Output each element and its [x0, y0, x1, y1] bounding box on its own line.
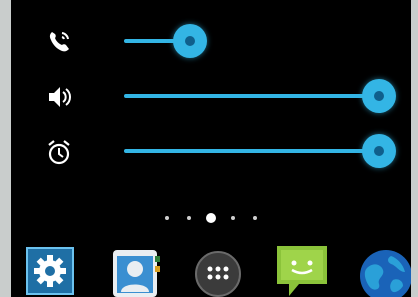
browser-globe-icon — [360, 250, 411, 297]
alarm-volume-thumb[interactable] — [362, 134, 396, 168]
alarm-clock-icon — [48, 140, 70, 165]
browser-app[interactable] — [357, 244, 411, 297]
screen — [11, 0, 411, 297]
ringtone-volume-thumb[interactable] — [173, 24, 207, 58]
page-dot — [165, 216, 169, 220]
messaging-icon — [277, 246, 327, 296]
settings-icon — [26, 247, 74, 295]
page-dot — [253, 216, 257, 220]
page-dot — [187, 216, 191, 220]
phone-ring-icon — [49, 32, 69, 52]
media-volume-thumb[interactable] — [362, 79, 396, 113]
messaging-app[interactable] — [273, 244, 331, 297]
page-dot-active — [206, 213, 216, 223]
media-volume-slider[interactable] — [124, 94, 379, 98]
contacts-icon — [113, 250, 160, 297]
app-drawer-icon — [195, 251, 241, 297]
volume-row-ringtone — [11, 20, 411, 60]
speaker-volume-icon — [49, 87, 71, 107]
alarm-volume-slider[interactable] — [124, 149, 379, 153]
contacts-app[interactable] — [105, 244, 163, 297]
page-indicator — [11, 212, 411, 224]
device-frame-left — [0, 0, 11, 297]
volume-row-media — [11, 75, 411, 115]
app-drawer-button[interactable] — [189, 244, 247, 297]
device-frame-right — [411, 0, 418, 297]
settings-app[interactable] — [21, 244, 79, 297]
volume-row-alarm — [11, 130, 411, 170]
dock — [11, 244, 411, 297]
page-dot — [231, 216, 235, 220]
